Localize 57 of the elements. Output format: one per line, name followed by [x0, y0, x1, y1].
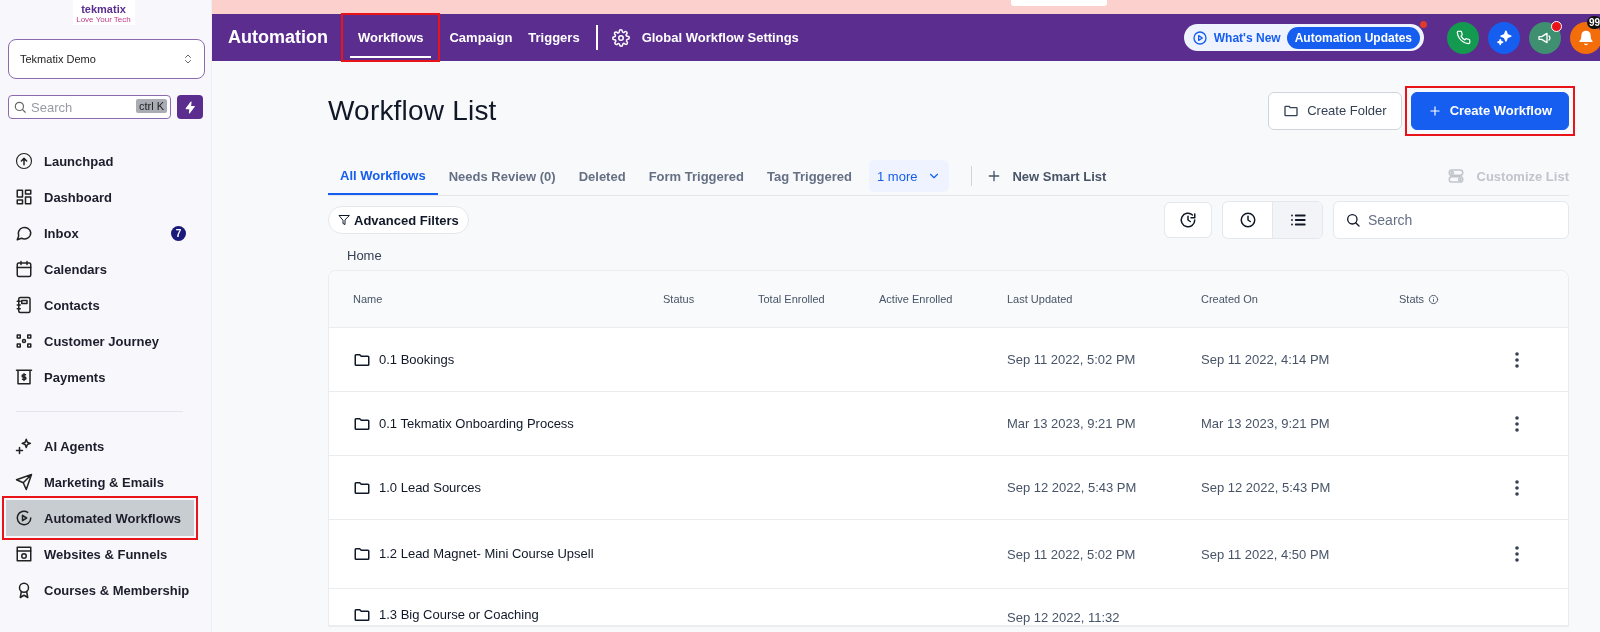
whats-new-button[interactable]: What's New Automation Updates [1183, 24, 1424, 51]
column-header: Name [353, 291, 384, 307]
table-cell-text: Mar 13 2023, 9:21 PM [1007, 416, 1137, 431]
nav-tab[interactable]: Triggers [520, 14, 588, 61]
create-workflow-button[interactable]: Create Workflow [1410, 91, 1569, 130]
column-header: Total Enrolled [758, 291, 826, 307]
advanced-filters-button[interactable]: Advanced Filters [328, 206, 469, 234]
table-cell-text: Sep 12 2022, 5:43 PM [1201, 480, 1332, 495]
more-lists-dropdown[interactable]: 1 more [869, 160, 950, 192]
nav-tab[interactable]: Campaign [441, 14, 521, 61]
column-header: Active Enrolled [879, 291, 954, 307]
nav-item[interactable]: Dashboard [0, 179, 199, 215]
unread-count-badge: 7 [171, 225, 186, 241]
nav-item[interactable]: Inbox 7 [0, 215, 199, 251]
column-header: Created On [1201, 291, 1259, 307]
global-settings-link[interactable]: Global Workflow Settings [611, 28, 799, 47]
notification-count: 99 [1586, 15, 1600, 29]
table-cell-text: Sep 12 2022, 5:43 PM [1007, 480, 1138, 495]
create-folder-button[interactable]: Create Folder [1268, 91, 1402, 130]
nav-item[interactable]: Launchpad [0, 143, 199, 179]
table-cell-text: Mar 13 2023, 9:21 PM [1201, 416, 1331, 431]
logo-tagline: Love Your Tech [76, 15, 131, 24]
workflow-folder-name[interactable]: 1.0 Lead Sources [353, 477, 663, 498]
nav-item[interactable]: Contacts [0, 287, 199, 323]
workflow-folder-name[interactable]: 0.1 Bookings [353, 349, 663, 370]
list-tab[interactable]: Needs Review (0) [436, 157, 568, 195]
list-tab[interactable]: All Workflows [328, 157, 438, 195]
table-cell-text: Sep 11 2022, 4:14 PM [1201, 352, 1331, 367]
table-cell-text: Sep 12 2022, 11:32 [1007, 610, 1121, 625]
nav-item[interactable]: Calendars [0, 251, 199, 287]
workflow-folder-name[interactable]: 1.3 Big Course or Coaching [353, 605, 663, 625]
nav-tab[interactable]: Workflows [342, 14, 440, 61]
workflow-folder-name[interactable]: 0.1 Tekmatix Onboarding Process [353, 413, 663, 434]
list-tab[interactable]: Form Triggered [636, 157, 756, 195]
table-cell-text: Sep 11 2022, 5:02 PM [1007, 352, 1137, 367]
nav-item[interactable]: Payments [0, 359, 199, 395]
new-smart-list-button[interactable]: New Smart List [986, 168, 1107, 184]
workflow-folder-name[interactable]: 1.2 Lead Magnet- Mini Course Upsell [353, 544, 663, 564]
app-section-title: Automation [228, 27, 328, 48]
list-tab[interactable]: Deleted [566, 157, 638, 195]
nav-item[interactable]: Marketing & Emails [0, 464, 199, 500]
account-switcher[interactable]: Tekmatix Demo [8, 39, 205, 79]
table-cell-text: Sep 11 2022, 5:02 PM [1007, 546, 1137, 562]
table-cell-text: Sep 11 2022, 4:50 PM [1201, 546, 1331, 562]
column-header: Stats [1399, 291, 1425, 307]
updates-pill: Automation Updates [1286, 26, 1420, 49]
nav-item[interactable]: Websites & Funnels [0, 536, 199, 572]
keyboard-shortcut-hint: ctrl K [135, 99, 167, 113]
page-title: Workflow List [328, 94, 497, 127]
breadcrumb[interactable]: Home [347, 248, 382, 263]
column-header: Last Updated [1007, 291, 1074, 307]
nav-item[interactable]: Customer Journey [0, 323, 199, 359]
column-header: Status [663, 291, 696, 307]
nav-item[interactable]: Courses & Membership [0, 572, 199, 608]
nav-item[interactable]: AI Agents [0, 428, 199, 464]
list-tab[interactable]: Tag Triggered [755, 157, 864, 195]
logo-text: tekmatix [81, 4, 126, 15]
